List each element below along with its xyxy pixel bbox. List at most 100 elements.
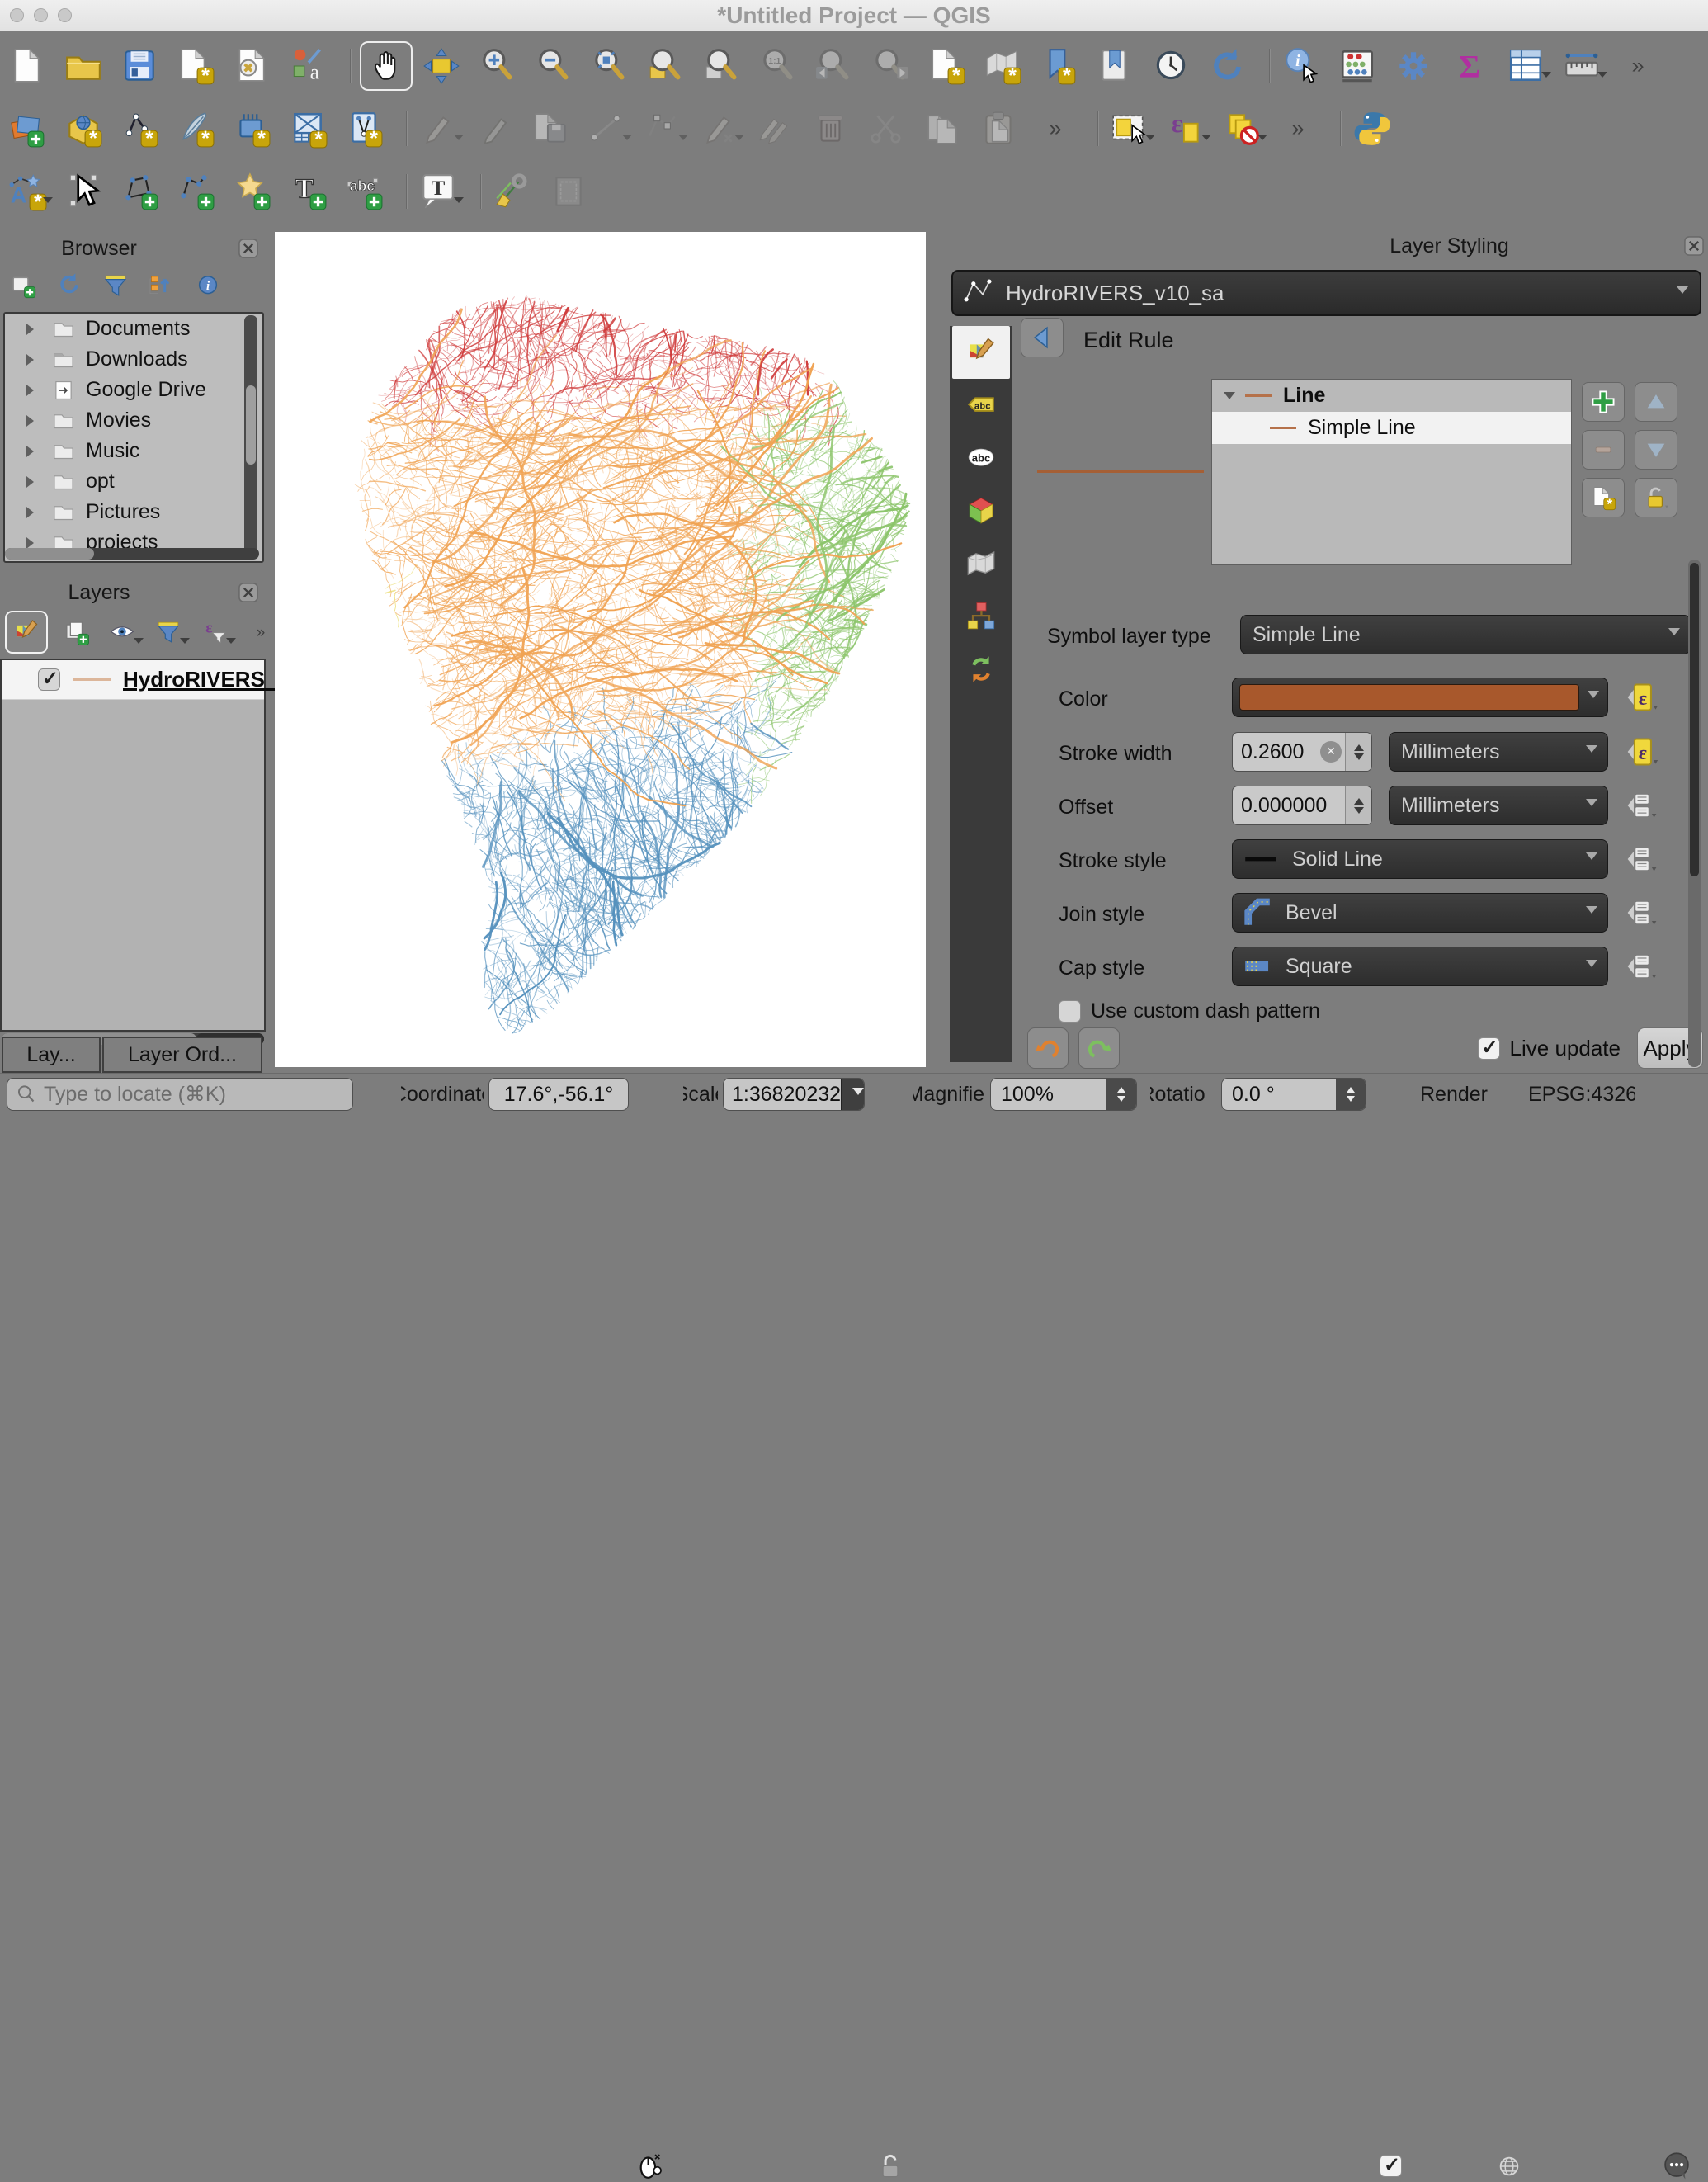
- expand-icon[interactable]: [26, 476, 40, 488]
- redo-button[interactable]: [1078, 1027, 1120, 1069]
- offset-data-defined-button[interactable]: [1625, 786, 1659, 825]
- remove-symbol-layer-button[interactable]: [1582, 430, 1625, 470]
- stroke-style-select[interactable]: Solid Line: [1232, 839, 1608, 879]
- live-update-checkbox[interactable]: [1478, 1037, 1500, 1060]
- merge-features-button[interactable]: [753, 104, 797, 153]
- browser-horizontal-scrollbar[interactable]: [5, 548, 259, 560]
- magnifier-field[interactable]: 100%: [990, 1078, 1137, 1111]
- select-label-button[interactable]: [61, 167, 106, 216]
- deselect-features-button[interactable]: [1220, 104, 1264, 153]
- expand-icon[interactable]: [26, 507, 40, 518]
- current-edits-button[interactable]: [416, 104, 460, 153]
- cap-style-select[interactable]: Square: [1232, 947, 1608, 986]
- crs-globe-icon[interactable]: [1495, 2152, 1523, 2180]
- browser-vertical-scrollbar[interactable]: [244, 315, 257, 560]
- annotation-extra-button[interactable]: [546, 167, 591, 216]
- locator-field[interactable]: [7, 1078, 353, 1111]
- rotation-stepper[interactable]: [1336, 1079, 1366, 1110]
- new-memory-layer-button[interactable]: *: [229, 104, 274, 153]
- extent-toggle-icon[interactable]: [634, 2149, 667, 2182]
- cap-style-data-defined-button[interactable]: [1625, 947, 1659, 986]
- expand-icon[interactable]: [26, 385, 40, 396]
- new-virtual-layer-button[interactable]: *: [342, 104, 386, 153]
- browser-collapse-all-button[interactable]: [144, 267, 180, 304]
- browser-item-movies[interactable]: Movies: [5, 405, 262, 436]
- field-calculator-button[interactable]: [1335, 41, 1380, 91]
- scale-dropdown[interactable]: [841, 1079, 865, 1110]
- duplicate-symbol-layer-button[interactable]: *: [1582, 478, 1625, 517]
- diagram-options-button[interactable]: [490, 167, 535, 216]
- expand-icon[interactable]: [26, 537, 40, 549]
- pan-to-selection-button[interactable]: [419, 41, 464, 91]
- stroke-width-input[interactable]: 0.2600 ×: [1232, 732, 1372, 772]
- zoom-next-button[interactable]: [868, 41, 913, 91]
- layers-close-icon[interactable]: [236, 580, 261, 605]
- copy-features-button[interactable]: [921, 104, 965, 153]
- tree-expand-icon[interactable]: [1224, 392, 1235, 405]
- magnifier-stepper[interactable]: [1106, 1079, 1136, 1110]
- zoom-native-button[interactable]: 1:1: [756, 41, 800, 91]
- color-data-defined-button[interactable]: ε: [1625, 678, 1659, 717]
- browser-refresh-button[interactable]: [51, 267, 87, 304]
- styling-tab-symbology[interactable]: [952, 326, 1010, 379]
- toolbar-overflow-button[interactable]: »: [1616, 41, 1660, 91]
- text-annotation-button[interactable]: T: [416, 167, 460, 216]
- browser-hscroll-thumb[interactable]: [5, 548, 94, 560]
- filter-legend-button[interactable]: [150, 614, 186, 650]
- zoom-out-button[interactable]: [531, 41, 576, 91]
- styling-tab-labels[interactable]: abc: [952, 379, 1010, 432]
- expand-icon[interactable]: [26, 354, 40, 366]
- join-style-data-defined-button[interactable]: [1625, 893, 1659, 933]
- measure-button[interactable]: [1559, 41, 1604, 91]
- new-spatial-bookmark-button[interactable]: *: [1036, 41, 1081, 91]
- offset-stepper[interactable]: [1345, 786, 1371, 824]
- zoom-to-selection-button[interactable]: [700, 41, 744, 91]
- save-layer-edits-button[interactable]: [528, 104, 573, 153]
- vertex-tool-button[interactable]: [640, 104, 685, 153]
- new-geopackage-layer-button[interactable]: *: [61, 104, 106, 153]
- styling-tab-style[interactable]: [952, 590, 1010, 643]
- zoom-full-button[interactable]: [587, 41, 632, 91]
- zoom-in-button[interactable]: [475, 41, 520, 91]
- browser-scroll-thumb[interactable]: [246, 385, 256, 465]
- new-shapefile-layer-button[interactable]: *: [117, 104, 162, 153]
- new-map-view-button[interactable]: *: [924, 41, 969, 91]
- new-project-button[interactable]: [5, 41, 50, 91]
- expand-icon[interactable]: [26, 415, 40, 427]
- styling-tab-3d-view[interactable]: [952, 484, 1010, 537]
- new-mesh-layer-button[interactable]: *: [285, 104, 330, 153]
- create-polygon-annotation-button[interactable]: [117, 167, 162, 216]
- styling-tab-diagrams[interactable]: [952, 537, 1010, 590]
- styling-close-icon[interactable]: [1682, 234, 1706, 258]
- styling-scroll-thumb[interactable]: [1690, 563, 1699, 876]
- styling-tab-masks[interactable]: abc: [952, 432, 1010, 484]
- tree-row-line[interactable]: Line: [1212, 380, 1571, 412]
- select-features-button[interactable]: [1107, 104, 1152, 153]
- add-line-feature-button[interactable]: [584, 104, 629, 153]
- layer-visibility-checkbox[interactable]: [38, 668, 60, 691]
- crs-label[interactable]: EPSG:4326: [1528, 1083, 1635, 1106]
- identify-features-button[interactable]: i: [1279, 41, 1323, 91]
- labeling-options-button[interactable]: A*: [5, 167, 50, 216]
- browser-item-music[interactable]: Music: [5, 436, 262, 466]
- create-text-along-line-button[interactable]: abc: [342, 167, 386, 216]
- browser-close-icon[interactable]: [236, 236, 261, 261]
- map-canvas[interactable]: [275, 232, 926, 1067]
- browser-item-google-drive[interactable]: Google Drive: [5, 375, 262, 405]
- show-spatial-bookmarks-button[interactable]: [1092, 41, 1137, 91]
- delete-selected-button[interactable]: [809, 104, 853, 153]
- select-by-expression-button[interactable]: ε: [1163, 104, 1208, 153]
- layers-overflow-button[interactable]: »: [243, 614, 279, 650]
- browser-item-downloads[interactable]: Downloads: [5, 344, 262, 375]
- zoom-last-button[interactable]: [812, 41, 856, 91]
- cut-features-button[interactable]: [865, 104, 909, 153]
- refresh-map-button[interactable]: [1205, 41, 1249, 91]
- move-down-button[interactable]: [1635, 430, 1677, 470]
- tab-layers[interactable]: Lay...: [2, 1037, 101, 1073]
- save-project-button[interactable]: [117, 41, 162, 91]
- messages-icon[interactable]: [1660, 2149, 1693, 2182]
- paste-features-button[interactable]: [977, 104, 1021, 153]
- coordinate-field[interactable]: 17.6°,-56.1°: [488, 1078, 629, 1111]
- back-button[interactable]: [1021, 318, 1064, 357]
- browser-filter-button[interactable]: [97, 267, 134, 304]
